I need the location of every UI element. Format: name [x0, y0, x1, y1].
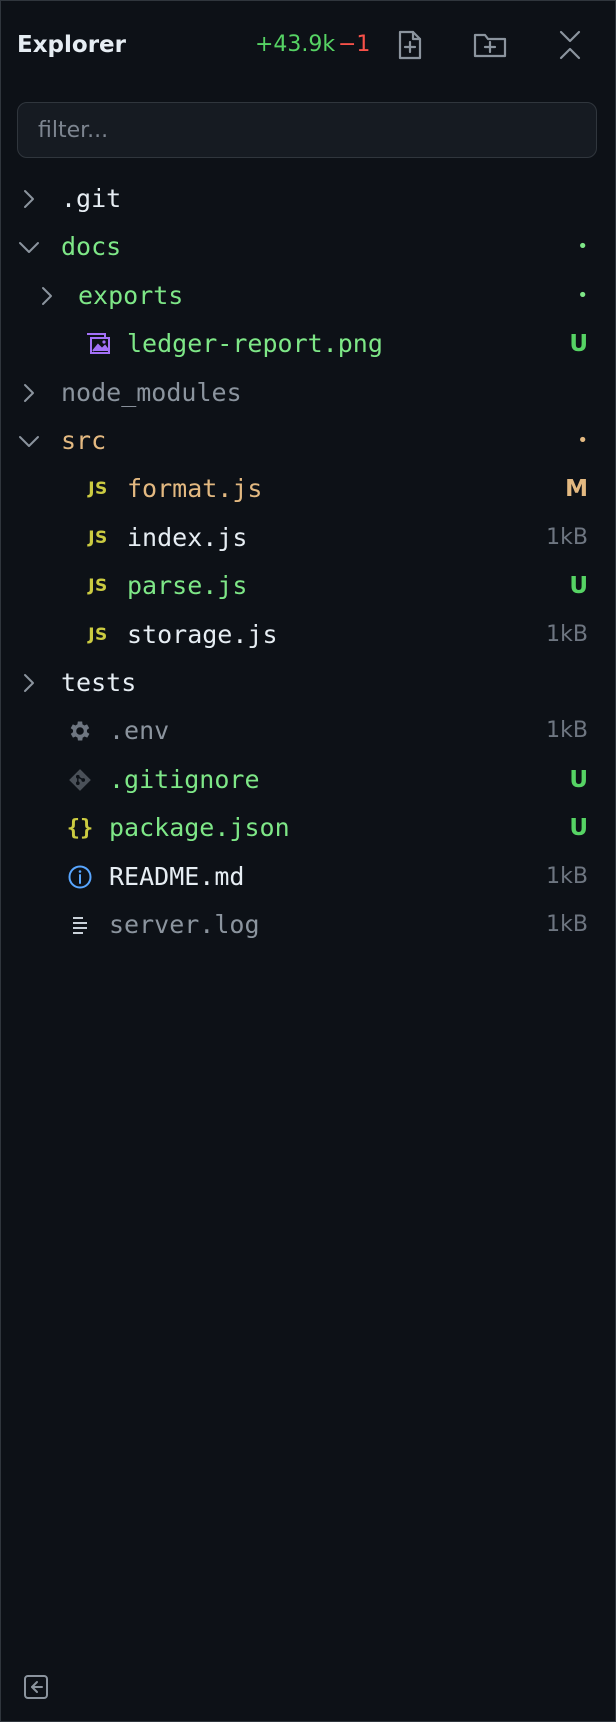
chevron-right-icon[interactable]	[17, 671, 41, 695]
tree-item-label: docs	[61, 232, 122, 262]
chevron-right-icon[interactable]	[17, 381, 41, 405]
chevron-down-icon[interactable]	[17, 235, 41, 259]
file-row-server-log[interactable]: server.log 1kB	[1, 901, 615, 949]
tree-item-label: parse.js	[127, 571, 248, 601]
explorer-panel: Explorer +43.9k −1 filter... .git docs •…	[0, 0, 616, 1722]
gear-icon	[66, 717, 94, 745]
filter-input[interactable]	[17, 102, 597, 158]
git-status-badge: U	[569, 331, 588, 358]
git-status-badge: U	[569, 573, 588, 600]
explorer-title: Explorer	[17, 32, 126, 58]
js-icon: JS	[88, 576, 108, 597]
info-icon	[66, 863, 94, 891]
git-status-dot: •	[577, 430, 588, 451]
tree-item-label: src	[61, 426, 107, 455]
collapse-sidebar-button[interactable]	[21, 1674, 51, 1704]
js-icon: JS	[88, 624, 108, 645]
size-label: 1kB	[546, 718, 588, 744]
chevron-down-icon[interactable]	[17, 429, 41, 453]
folder-plus-icon	[473, 30, 507, 60]
git-icon	[66, 766, 94, 794]
tree-item-label: tests	[61, 668, 137, 697]
size-label: 1kB	[546, 524, 588, 550]
explorer-header: Explorer +43.9k −1	[1, 1, 615, 89]
tree-item-label: package.json	[109, 813, 290, 843]
image-icon	[84, 330, 112, 358]
git-status-dot: •	[577, 284, 588, 306]
tree-item-label: .env	[109, 716, 170, 746]
tree-item-label: .gitignore	[109, 764, 260, 794]
additions-count: +43.9k	[255, 32, 336, 57]
chevron-right-icon[interactable]	[17, 187, 41, 211]
file-row-package-json[interactable]: {} package.json U	[1, 804, 615, 852]
tree-item-label: node_modules	[61, 377, 242, 407]
lines-icon	[66, 911, 94, 939]
git-status-badge: M	[565, 476, 588, 503]
tree-item-label: server.log	[109, 910, 260, 939]
file-row-readme-md[interactable]: README.md 1kB	[1, 853, 615, 901]
tree-item-label: exports	[78, 280, 184, 310]
braces-icon: {}	[66, 815, 94, 841]
tree-item-label: storage.js	[127, 619, 278, 649]
new-file-button[interactable]	[388, 23, 432, 67]
tree-item-label: ledger-report.png	[127, 329, 383, 359]
tree-item-label: README.md	[109, 861, 245, 891]
js-icon: JS	[88, 527, 108, 548]
file-row-storage-js[interactable]: JS storage.js 1kB	[1, 611, 615, 659]
collapse-all-button[interactable]	[548, 23, 592, 67]
size-label: 1kB	[546, 863, 588, 889]
tree-item-label: .git	[61, 184, 122, 213]
file-row-format-js[interactable]: JS format.js M	[1, 465, 615, 513]
git-status-badge: U	[569, 815, 588, 842]
tree-item-label: format.js	[127, 474, 263, 504]
sidebar-collapse-icon	[23, 1674, 49, 1704]
js-icon: JS	[88, 479, 108, 500]
git-status-dot: •	[577, 236, 588, 258]
folder-row-tests[interactable]: tests	[1, 659, 615, 707]
folder-row-docs[interactable]: docs •	[1, 223, 615, 271]
file-row-env[interactable]: .env 1kB	[1, 707, 615, 755]
file-plus-icon	[395, 29, 425, 61]
file-row-index-js[interactable]: JS index.js 1kB	[1, 514, 615, 562]
folder-row-src[interactable]: src •	[1, 417, 615, 465]
size-label: 1kB	[546, 912, 588, 937]
new-folder-button[interactable]	[468, 23, 512, 67]
folder-row-git[interactable]: .git	[1, 175, 615, 223]
file-row-gitignore[interactable]: .gitignore U	[1, 756, 615, 804]
git-status-badge: U	[569, 766, 588, 793]
file-row-ledger-report-png[interactable]: ledger-report.png U	[1, 320, 615, 368]
folder-row-exports[interactable]: exports •	[1, 272, 615, 320]
deletions-count: −1	[338, 32, 371, 57]
size-label: 1kB	[546, 621, 588, 647]
collapse-all-icon	[557, 28, 583, 62]
file-row-parse-js[interactable]: JS parse.js U	[1, 562, 615, 610]
folder-row-node-modules[interactable]: node_modules	[1, 369, 615, 417]
chevron-right-icon[interactable]	[35, 284, 59, 308]
tree-item-label: index.js	[127, 522, 248, 552]
